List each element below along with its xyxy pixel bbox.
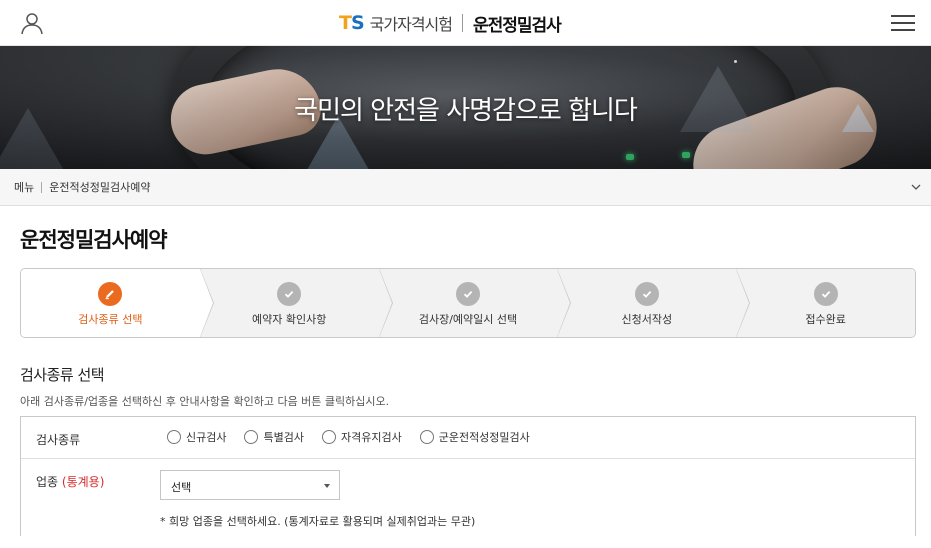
statistics-note: (통계용): [61, 475, 105, 489]
breadcrumb-root[interactable]: 메뉴: [14, 179, 34, 195]
brand-divider: [461, 14, 463, 32]
pencil-icon: [98, 282, 123, 306]
step-label: 접수완료: [805, 313, 846, 326]
radio-circle[interactable]: [419, 430, 434, 444]
hamburger-menu-icon[interactable]: [891, 13, 917, 33]
industry-hint: * 희망 업종을 선택하세요. (통계자료로 활용되며 실제취업과는 무관): [160, 515, 476, 528]
radio-license-maintenance[interactable]: 자격유지검사: [321, 429, 402, 445]
check-icon: [277, 282, 302, 306]
brand-subtitle: 국가자격시험: [369, 15, 453, 34]
page-title: 운전정밀검사예약: [20, 228, 168, 252]
hero-banner: 국민의 안전을 사명감으로 합니다: [0, 46, 931, 169]
banner-slogan: 국민의 안전을 사명감으로 합니다: [294, 96, 638, 126]
step-complete: 접수완료: [736, 269, 915, 337]
industry-label: 업종 (통계용): [36, 475, 105, 489]
section-description: 아래 검사종류/업종을 선택하신 후 안내사항을 확인하고 다음 버튼 클릭하십…: [20, 395, 390, 408]
breadcrumb-divider: [41, 181, 43, 193]
section-title: 검사종류 선택: [20, 366, 105, 384]
exam-type-options: 신규검사 특별검사 자격유지검사 군운전적성정밀검사: [167, 429, 530, 445]
chevron-down-icon[interactable]: [911, 182, 921, 192]
ts-logo: TS: [339, 12, 365, 34]
step-exam-type: 검사종류 선택: [21, 269, 214, 337]
industry-select[interactable]: 선택: [160, 470, 340, 500]
exam-type-label: 검사종류: [36, 433, 81, 447]
site-brand[interactable]: TS 국가자격시험 운전정밀검사: [339, 10, 562, 36]
breadcrumb: 메뉴 운전적성정밀검사예약: [0, 169, 931, 206]
check-icon: [813, 282, 838, 306]
step-center-datetime: 검사장/예약일시 선택: [378, 269, 572, 337]
brand-title: 운전정밀검사: [472, 15, 562, 36]
step-application-form: 신청서작성: [557, 269, 751, 337]
user-icon[interactable]: [20, 11, 44, 35]
top-header: TS 국가자격시험 운전정밀검사: [0, 0, 931, 46]
progress-steps: 검사종류 선택 예약자 확인사항 검사장/예약일시 선택 신청서작성 접수완료: [20, 268, 916, 338]
radio-special-exam[interactable]: 특별검사: [244, 429, 304, 445]
industry-select-value: 선택: [171, 481, 192, 494]
industry-row: 업종 (통계용) 선택 * 희망 업종을 선택하세요. (통계자료로 활용되며 …: [21, 459, 915, 537]
radio-circle[interactable]: [167, 430, 181, 444]
radio-military-exam[interactable]: 군운전적성정밀검사: [419, 429, 530, 445]
step-label: 검사종류 선택: [78, 313, 143, 326]
step-label: 신청서작성: [621, 313, 673, 326]
step-applicant-check: 예약자 확인사항: [199, 269, 393, 337]
step-label: 예약자 확인사항: [252, 313, 327, 326]
radio-circle[interactable]: [321, 430, 336, 444]
check-icon: [634, 282, 659, 306]
radio-circle[interactable]: [244, 430, 259, 444]
exam-type-row: 검사종류 신규검사 특별검사 자격유지검사 군운전적성정밀검사: [21, 417, 915, 459]
breadcrumb-current[interactable]: 운전적성정밀검사예약: [49, 179, 150, 195]
radio-new-exam[interactable]: 신규검사: [167, 429, 226, 445]
dropdown-arrow-icon: [324, 484, 330, 488]
step-label: 검사장/예약일시 선택: [418, 313, 518, 326]
check-icon: [455, 282, 480, 306]
exam-selection-form: 검사종류 신규검사 특별검사 자격유지검사 군운전적성정밀검사 업종 (통계용)…: [20, 416, 916, 536]
